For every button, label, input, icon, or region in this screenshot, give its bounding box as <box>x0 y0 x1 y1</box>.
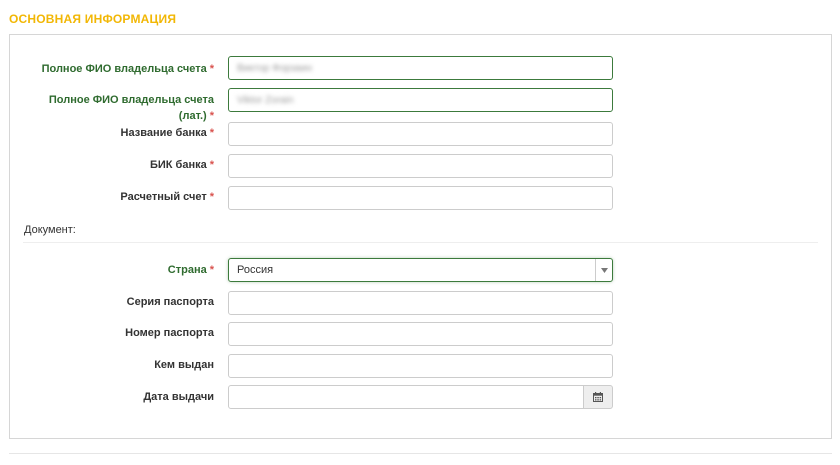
calendar-button[interactable] <box>583 385 613 409</box>
passport-series-label: Серия паспорта <box>10 294 214 310</box>
passport-series-input[interactable] <box>228 291 613 315</box>
required-mark: * <box>209 110 214 122</box>
owner-name-lat-label-line1: Полное ФИО владельца счета <box>48 94 214 106</box>
document-divider <box>23 242 818 243</box>
owner-name-lat-label-line2: (лат.) <box>178 110 207 122</box>
bottom-divider <box>9 453 832 454</box>
required-mark: * <box>209 159 214 171</box>
passport-series-label-text: Серия паспорта <box>126 296 214 308</box>
bik-label-text: БИК банка <box>149 159 207 171</box>
passport-number-input[interactable] <box>228 322 613 346</box>
passport-number-label-text: Номер паспорта <box>125 327 214 339</box>
owner-name-lat-label: Полное ФИО владельца счета (лат.) * <box>10 92 214 124</box>
main-info-panel: Полное ФИО владельца счета * Виктор Форза… <box>9 34 832 439</box>
required-mark: * <box>209 127 214 139</box>
bik-label: БИК банка * <box>10 157 214 173</box>
owner-name-lat-value: Viktor Zorain <box>237 94 294 106</box>
owner-name-lat-input[interactable]: Viktor Zorain <box>228 88 613 112</box>
country-label: Страна * <box>10 262 214 278</box>
document-heading: Документ: <box>24 224 76 236</box>
required-mark: * <box>209 264 214 276</box>
account-input[interactable] <box>228 186 613 210</box>
owner-name-input[interactable]: Виктор Форзаин <box>228 56 613 80</box>
country-selected-value: Россия <box>237 264 274 276</box>
passport-number-label: Номер паспорта <box>10 325 214 341</box>
account-label-text: Расчетный счет <box>120 191 207 203</box>
owner-name-value: Виктор Форзаин <box>237 62 312 74</box>
issue-date-group <box>228 385 613 409</box>
country-label-text: Страна <box>167 264 207 276</box>
issued-by-label: Кем выдан <box>10 357 214 373</box>
issue-date-label-text: Дата выдачи <box>143 391 214 403</box>
owner-name-label: Полное ФИО владельца счета * <box>10 61 214 77</box>
issue-date-input[interactable] <box>228 385 584 409</box>
issue-date-label: Дата выдачи <box>10 389 214 405</box>
issued-by-input[interactable] <box>228 354 613 378</box>
issued-by-label-text: Кем выдан <box>154 359 214 371</box>
chevron-down-icon[interactable] <box>595 259 612 281</box>
account-label: Расчетный счет * <box>10 189 214 205</box>
bank-name-label-text: Название банка <box>120 127 207 139</box>
bank-name-input[interactable] <box>228 122 613 146</box>
calendar-icon <box>593 392 603 402</box>
required-mark: * <box>209 63 214 75</box>
bank-name-label: Название банка * <box>10 125 214 141</box>
required-mark: * <box>209 191 214 203</box>
bik-input[interactable] <box>228 154 613 178</box>
section-title: ОСНОВНАЯ ИНФОРМАЦИЯ <box>9 12 177 26</box>
owner-name-label-text: Полное ФИО владельца счета <box>41 63 207 75</box>
country-select[interactable]: Россия <box>228 258 613 282</box>
